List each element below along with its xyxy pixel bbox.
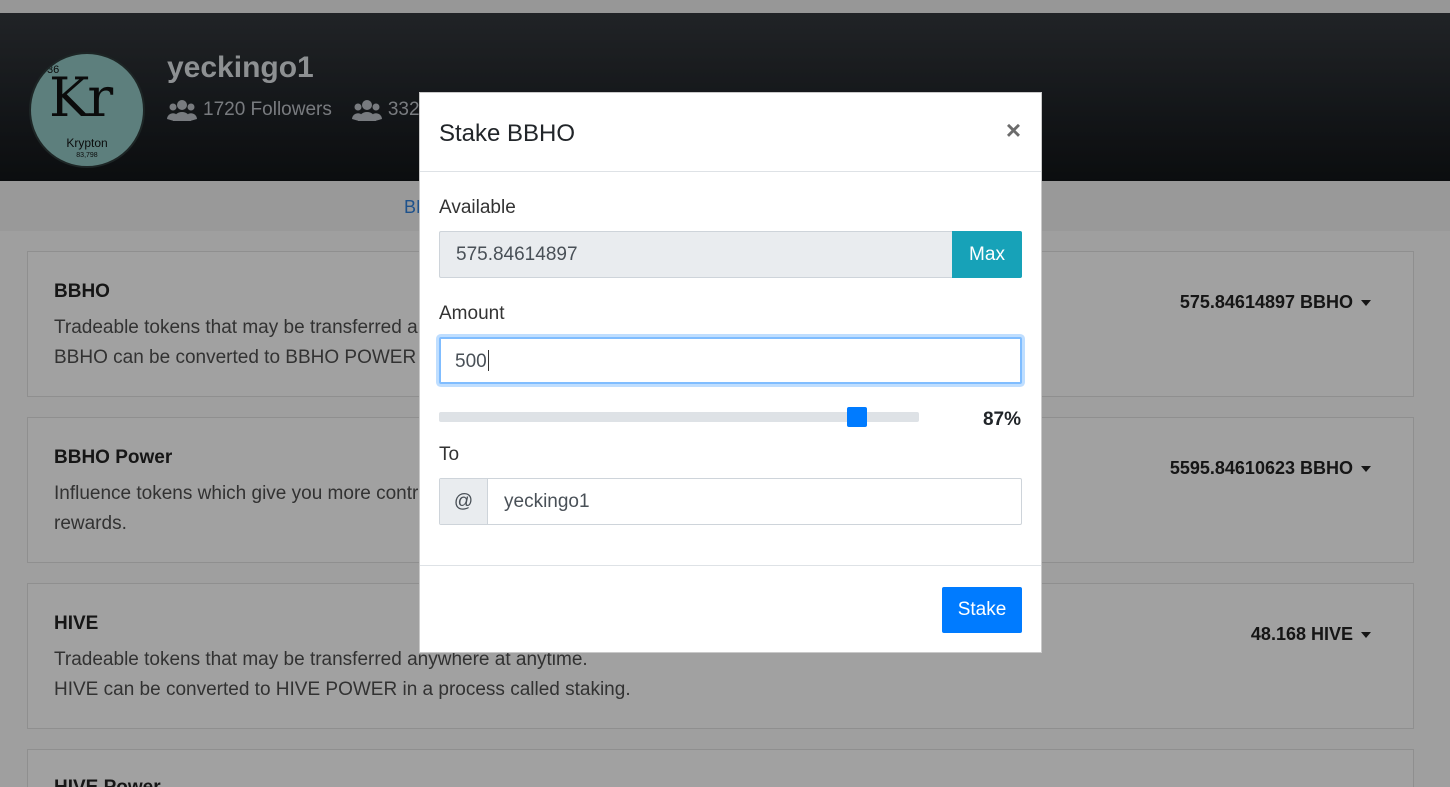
modal-footer: Stake [420,565,1041,652]
amount-input[interactable]: 500 [439,337,1022,384]
to-input[interactable]: yeckingo1 [504,491,590,513]
at-prefix: @ [440,479,488,524]
available-label: Available [439,197,516,218]
slider-percent: 87% [982,409,1021,430]
available-field: 575.84614897 Max [439,231,1022,278]
slider-handle[interactable] [846,407,867,427]
available-value: 575.84614897 [456,244,578,265]
modal-header: Stake BBHO × [420,93,1041,172]
amount-value: 500 [455,351,487,372]
stake-modal: Stake BBHO × Available 575.84614897 Max … [419,92,1042,653]
to-label: To [439,444,460,465]
max-button[interactable]: Max [952,231,1022,278]
close-icon[interactable]: × [1006,117,1021,143]
modal-title: Stake BBHO [439,120,576,147]
amount-label: Amount [439,303,505,324]
amount-slider[interactable] [439,407,919,427]
stake-button[interactable]: Stake [942,587,1022,633]
text-cursor [487,350,489,371]
to-input-group: @ yeckingo1 [439,478,1022,525]
